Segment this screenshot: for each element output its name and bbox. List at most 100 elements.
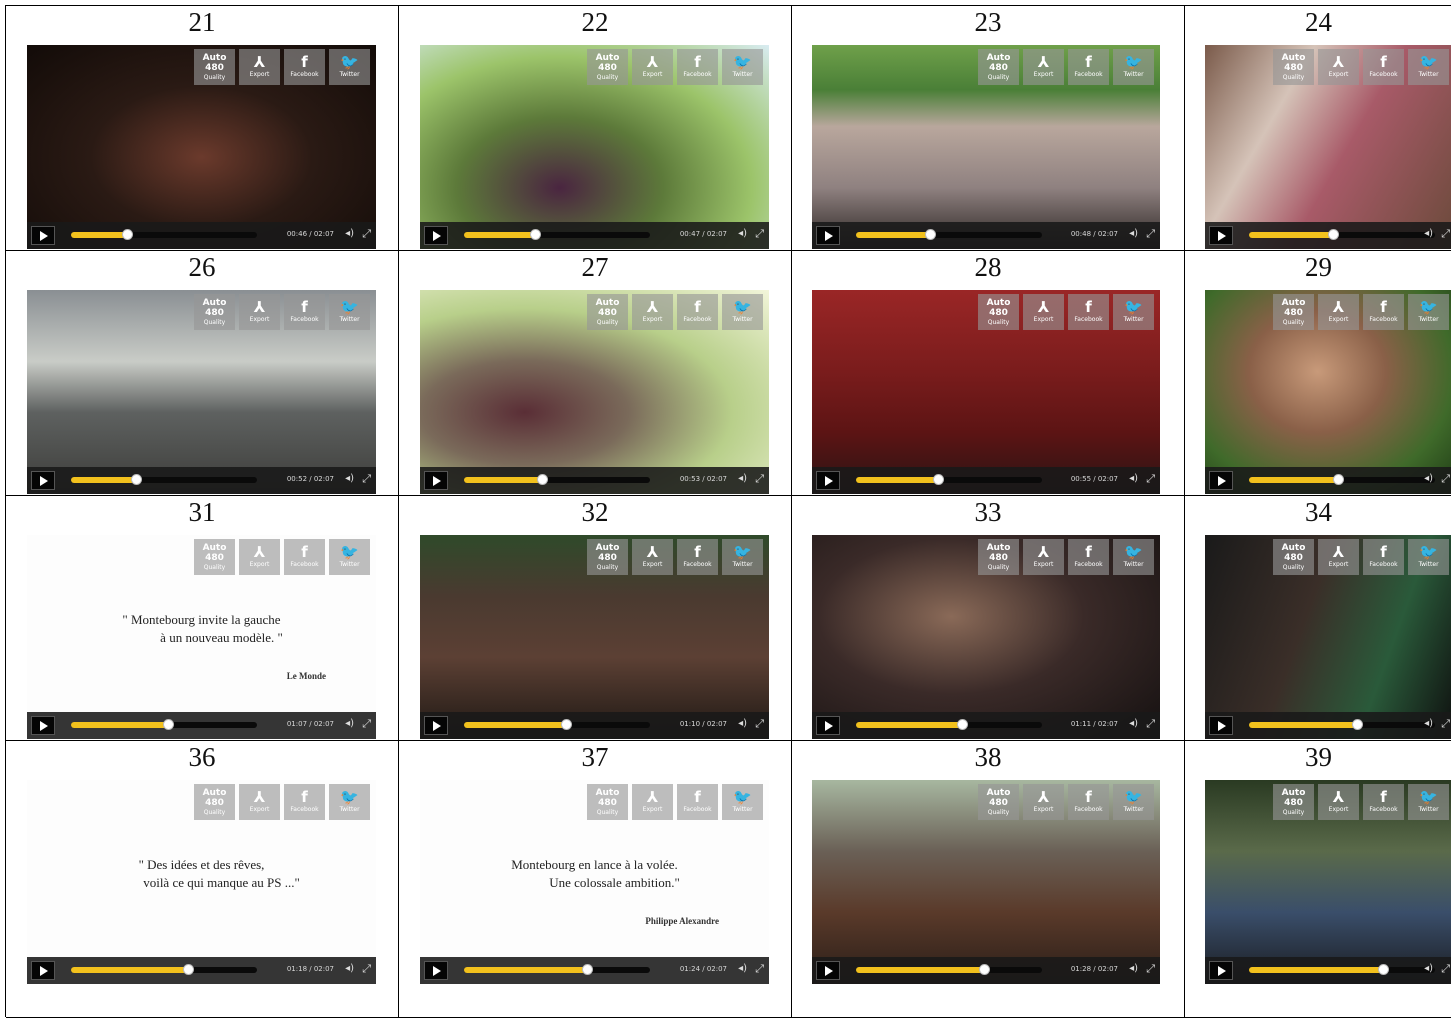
facebook-button[interactable]: f Facebook [284,49,325,85]
video-player[interactable]: Auto 480 Quality ⅄ Export f Facebook 🐦 Twitter 0… [812,290,1160,494]
fullscreen-icon[interactable]: ⤢ [362,962,371,976]
progress-handle[interactable] [925,229,937,240]
play-button[interactable] [1209,471,1233,490]
twitter-button[interactable]: 🐦 Twitter [1113,49,1154,85]
volume-icon[interactable]: ◂) [1424,228,1433,239]
video-player[interactable]: Montebourg en lance à la volée. Une colos… [420,780,769,984]
quality-button[interactable]: Auto 480 Quality [978,294,1019,330]
progress-bar[interactable] [856,474,1042,485]
progress-handle[interactable] [537,474,549,485]
volume-icon[interactable]: ◂) [1129,718,1138,729]
progress-bar[interactable] [856,719,1042,730]
quality-button[interactable]: Auto 480 Quality [978,784,1019,820]
fullscreen-icon[interactable]: ⤢ [755,962,764,976]
video-player[interactable]: Auto 480 Quality ⅄ Export f Facebook 🐦 Twitter ◂… [1205,45,1451,249]
facebook-button[interactable]: f Facebook [1068,784,1109,820]
play-button[interactable] [424,961,448,980]
volume-icon[interactable]: ◂) [1424,963,1433,974]
play-button[interactable] [1209,961,1233,980]
progress-bar[interactable] [856,964,1042,975]
facebook-button[interactable]: f Facebook [284,784,325,820]
twitter-button[interactable]: 🐦 Twitter [1113,784,1154,820]
volume-icon[interactable]: ◂) [1129,228,1138,239]
progress-handle[interactable] [131,474,143,485]
export-button[interactable]: ⅄ Export [632,49,673,85]
twitter-button[interactable]: 🐦 Twitter [1408,784,1449,820]
export-button[interactable]: ⅄ Export [1318,784,1359,820]
facebook-button[interactable]: f Facebook [1363,294,1404,330]
facebook-button[interactable]: f Facebook [1068,294,1109,330]
progress-handle[interactable] [162,719,174,730]
twitter-button[interactable]: 🐦 Twitter [1113,294,1154,330]
fullscreen-icon[interactable]: ⤢ [1146,227,1155,241]
quality-button[interactable]: Auto 480 Quality [587,784,628,820]
fullscreen-icon[interactable]: ⤢ [755,472,764,486]
volume-icon[interactable]: ◂) [1424,473,1433,484]
progress-bar[interactable] [71,964,257,975]
progress-bar[interactable] [1249,719,1435,730]
play-button[interactable] [424,716,448,735]
volume-icon[interactable]: ◂) [738,718,747,729]
fullscreen-icon[interactable]: ⤢ [755,717,764,731]
fullscreen-icon[interactable]: ⤢ [1146,962,1155,976]
twitter-button[interactable]: 🐦 Twitter [1408,49,1449,85]
quality-button[interactable]: Auto 480 Quality [194,539,235,575]
fullscreen-icon[interactable]: ⤢ [362,472,371,486]
facebook-button[interactable]: f Facebook [1363,49,1404,85]
video-player[interactable]: Auto 480 Quality ⅄ Export f Facebook 🐦 Twitter 0… [812,535,1160,739]
twitter-button[interactable]: 🐦 Twitter [722,784,763,820]
quality-button[interactable]: Auto 480 Quality [194,49,235,85]
export-button[interactable]: ⅄ Export [1023,539,1064,575]
progress-bar[interactable] [464,229,650,240]
fullscreen-icon[interactable]: ⤢ [1441,227,1450,241]
twitter-button[interactable]: 🐦 Twitter [722,49,763,85]
progress-bar[interactable] [71,474,257,485]
progress-handle[interactable] [1327,229,1339,240]
play-button[interactable] [816,471,840,490]
play-button[interactable] [816,961,840,980]
play-button[interactable] [816,716,840,735]
play-button[interactable] [424,471,448,490]
volume-icon[interactable]: ◂) [738,963,747,974]
facebook-button[interactable]: f Facebook [677,49,718,85]
quality-button[interactable]: Auto 480 Quality [587,539,628,575]
export-button[interactable]: ⅄ Export [1023,49,1064,85]
export-button[interactable]: ⅄ Export [239,294,280,330]
volume-icon[interactable]: ◂) [345,718,354,729]
facebook-button[interactable]: f Facebook [677,294,718,330]
progress-bar[interactable] [464,474,650,485]
export-button[interactable]: ⅄ Export [1318,539,1359,575]
video-player[interactable]: Auto 480 Quality ⅄ Export f Facebook 🐦 Twitter 0… [420,290,769,494]
video-player[interactable]: Auto 480 Quality ⅄ Export f Facebook 🐦 Twitter 0… [812,780,1160,984]
progress-bar[interactable] [71,229,257,240]
fullscreen-icon[interactable]: ⤢ [362,227,371,241]
progress-handle[interactable] [183,964,195,975]
progress-handle[interactable] [1377,964,1389,975]
fullscreen-icon[interactable]: ⤢ [362,717,371,731]
progress-handle[interactable] [979,964,991,975]
twitter-button[interactable]: 🐦 Twitter [329,294,370,330]
fullscreen-icon[interactable]: ⤢ [755,227,764,241]
facebook-button[interactable]: f Facebook [677,784,718,820]
play-button[interactable] [31,961,55,980]
quality-button[interactable]: Auto 480 Quality [587,294,628,330]
quality-button[interactable]: Auto 480 Quality [1273,539,1314,575]
video-player[interactable]: Auto 480 Quality ⅄ Export f Facebook 🐦 Twitter ◂… [1205,290,1451,494]
video-player[interactable]: Auto 480 Quality ⅄ Export f Facebook 🐦 Twitter 0… [27,45,376,249]
video-player[interactable]: Auto 480 Quality ⅄ Export f Facebook 🐦 Twitter ◂… [1205,780,1451,984]
play-button[interactable] [424,226,448,245]
facebook-button[interactable]: f Facebook [1068,539,1109,575]
fullscreen-icon[interactable]: ⤢ [1146,472,1155,486]
play-button[interactable] [1209,716,1233,735]
facebook-button[interactable]: f Facebook [1363,539,1404,575]
progress-bar[interactable] [464,719,650,730]
video-player[interactable]: Auto 480 Quality ⅄ Export f Facebook 🐦 Twitter 0… [420,45,769,249]
export-button[interactable]: ⅄ Export [239,539,280,575]
play-button[interactable] [31,226,55,245]
twitter-button[interactable]: 🐦 Twitter [722,539,763,575]
progress-handle[interactable] [529,229,541,240]
fullscreen-icon[interactable]: ⤢ [1441,962,1450,976]
export-button[interactable]: ⅄ Export [1318,49,1359,85]
quality-button[interactable]: Auto 480 Quality [978,539,1019,575]
export-button[interactable]: ⅄ Export [632,784,673,820]
